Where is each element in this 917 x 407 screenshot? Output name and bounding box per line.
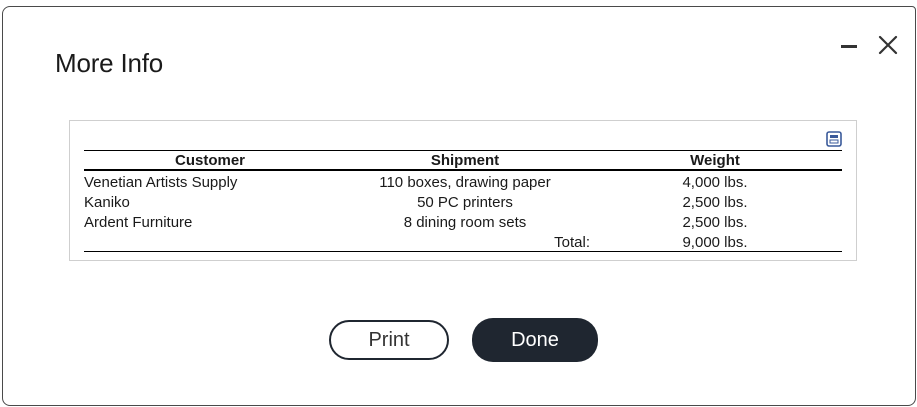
table-top-rule [84, 150, 842, 151]
row-3-customer: Ardent Furniture [84, 214, 193, 231]
header-customer: Customer [174, 152, 245, 169]
row-1-shipment: 110 boxes, drawing paper [379, 174, 551, 191]
row-1-customer: Venetian Artists Supply [84, 174, 238, 191]
row-2-shipment: 50 PC printers [417, 194, 513, 211]
row-1-weight: 4,000 lbs. [682, 174, 748, 191]
row-3-shipment: 8 dining room sets [403, 214, 527, 231]
total-weight: 9,000 lbs. [682, 234, 748, 251]
total-label: Total: [554, 234, 590, 251]
header-shipment: Shipment [430, 152, 500, 169]
header-weight: Weight [690, 152, 740, 169]
minimize-icon[interactable] [841, 38, 859, 54]
close-icon[interactable] [877, 34, 899, 56]
done-button[interactable]: Done [472, 318, 598, 362]
dialog-title: More Info [55, 48, 164, 78]
print-button[interactable]: Print [329, 320, 449, 360]
more-info-dialog: More Info Customer Shipment Weight Venet… [2, 6, 916, 406]
row-3-weight: 2,500 lbs. [682, 214, 748, 231]
shipment-table-panel: Customer Shipment Weight Venetian Artist… [69, 120, 857, 261]
row-2-customer: Kaniko [84, 194, 130, 211]
row-2-weight: 2,500 lbs. [682, 194, 748, 211]
popout-icon[interactable] [826, 131, 842, 147]
